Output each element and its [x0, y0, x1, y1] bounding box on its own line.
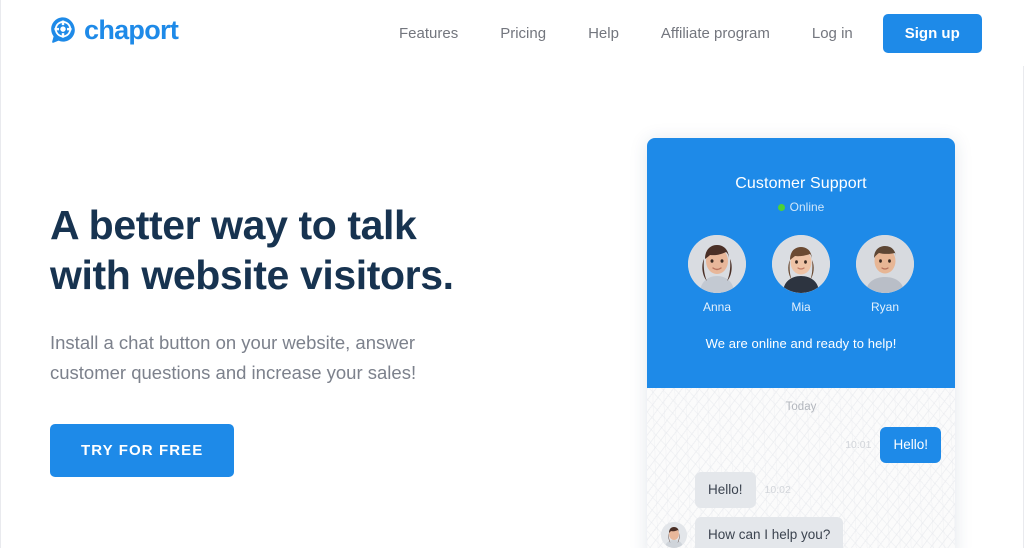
avatar: [856, 235, 914, 293]
hero-section: A better way to talk with website visito…: [50, 200, 580, 477]
chat-message-outgoing: 10:01 Hello!: [661, 427, 941, 464]
agent-item[interactable]: Ryan: [856, 235, 914, 314]
lifebuoy-chat-icon: [51, 17, 75, 43]
nav-link-affiliate-program[interactable]: Affiliate program: [661, 25, 770, 42]
chat-message-incoming: Hello! 10:02: [661, 472, 941, 509]
hero-title-line-1: A better way to talk: [50, 202, 417, 248]
avatar: [772, 235, 830, 293]
hero-title-line-2: with website visitors.: [50, 252, 454, 298]
brand-logo[interactable]: chaport: [49, 14, 179, 45]
message-bubble: How can I help you?: [695, 517, 844, 548]
hero-subtitle: Install a chat button on your website, a…: [50, 328, 470, 388]
online-status-dot: [777, 203, 785, 211]
sign-up-button[interactable]: Sign up: [882, 13, 982, 53]
chat-widget[interactable]: Customer Support Online Anna Mia Ryan We…: [647, 138, 955, 548]
avatar: [688, 235, 746, 293]
agent-list: Anna Mia Ryan: [647, 235, 955, 314]
site-header: chaport Features Pricing Help Affiliate …: [1, 0, 1024, 66]
nav-link-log-in[interactable]: Log in: [812, 25, 853, 42]
avatar-spacer: [661, 477, 687, 503]
try-for-free-button[interactable]: TRY FOR FREE: [50, 424, 235, 477]
message-avatar: [661, 522, 687, 548]
message-timestamp: 10:01: [845, 439, 872, 452]
day-separator: Today: [785, 401, 817, 413]
agent-name: Mia: [791, 300, 811, 314]
message-bubble: Hello!: [880, 427, 941, 464]
chat-widget-header: Customer Support Online Anna Mia Ryan We…: [647, 138, 955, 388]
agent-name: Ryan: [870, 300, 899, 314]
hero-title: A better way to talk with website visito…: [50, 200, 580, 300]
agent-item[interactable]: Anna: [688, 235, 746, 314]
chat-widget-title: Customer Support: [735, 175, 867, 192]
nav-link-help[interactable]: Help: [588, 25, 619, 42]
chat-message-incoming: How can I help you?: [661, 517, 941, 548]
main-navigation: Features Pricing Help Affiliate program …: [399, 0, 982, 66]
message-bubble: Hello!: [695, 472, 756, 509]
agent-name: Anna: [702, 300, 732, 314]
chat-online-status: Online: [647, 200, 955, 214]
message-timestamp: 10:02: [764, 484, 791, 497]
nav-link-pricing[interactable]: Pricing: [500, 25, 546, 42]
chat-message-list: Today 10:01 Hello! Hello! 10:02 How can …: [647, 388, 955, 548]
hero-subtitle-line-1: Install a chat button on your website, a…: [50, 332, 416, 353]
online-status-label: Online: [789, 200, 825, 214]
chat-invite-text: We are online and ready to help!: [705, 336, 897, 351]
brand-name: chaport: [84, 14, 179, 45]
hero-subtitle-line-2: customer questions and increase your sal…: [50, 362, 417, 383]
agent-item[interactable]: Mia: [772, 235, 830, 314]
nav-link-features[interactable]: Features: [399, 25, 458, 42]
